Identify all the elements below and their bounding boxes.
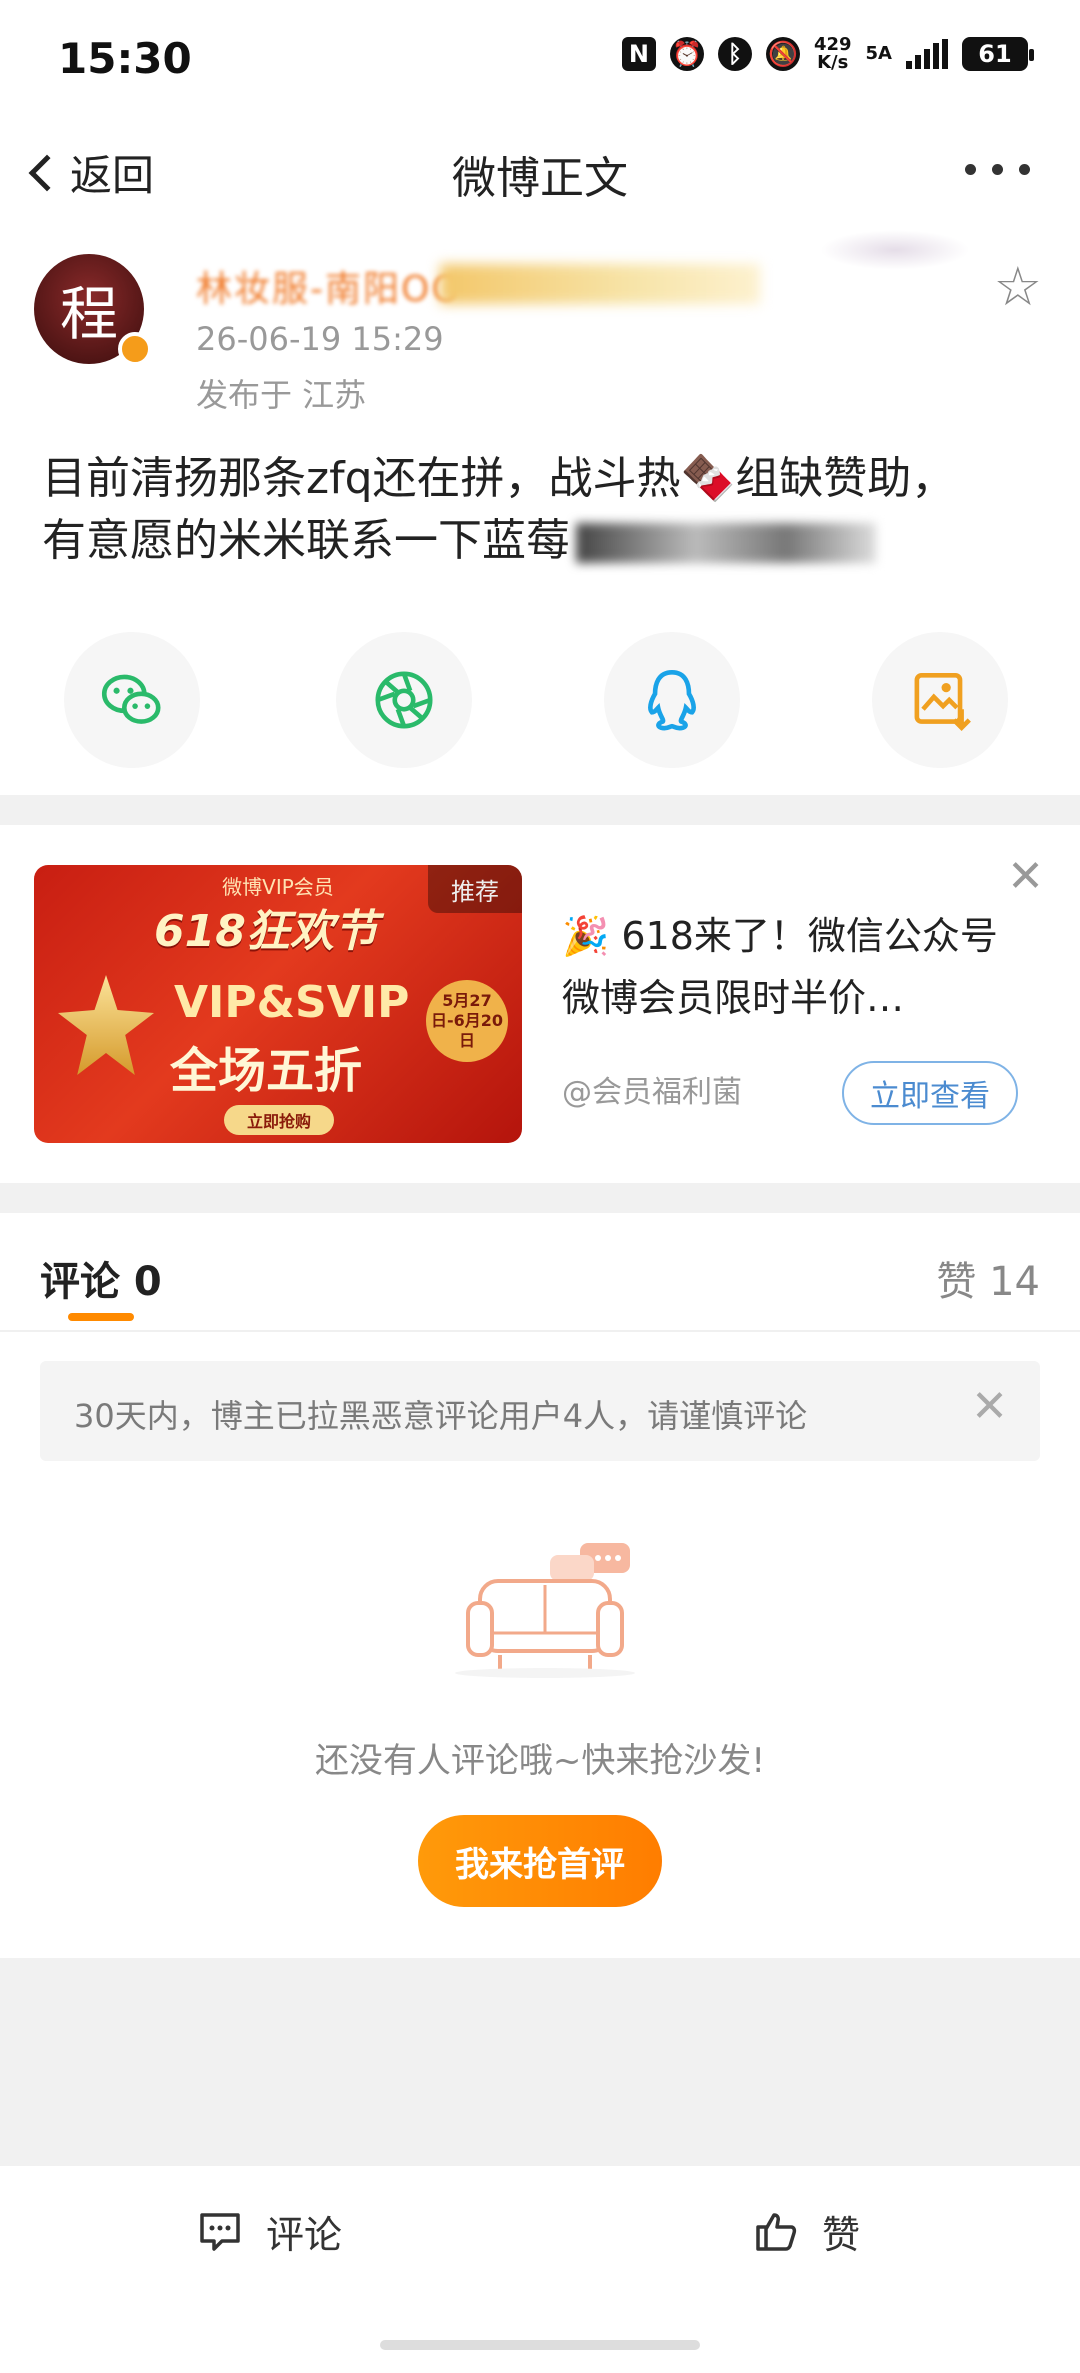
bottom-bar: 评论 赞 bbox=[0, 2166, 1080, 2373]
page-title: 微博正文 bbox=[452, 153, 628, 204]
ad-card[interactable]: 微博VIP会员 618狂欢节 VIP&SVIP 全场五折 5月27日-6月20日… bbox=[0, 825, 1080, 1183]
like-label: 赞 bbox=[822, 2212, 861, 2257]
save-image-icon bbox=[914, 673, 971, 732]
network-speed: 429 K/s bbox=[813, 34, 852, 73]
empty-text: 还没有人评论哦~快来抢沙发! bbox=[314, 1741, 766, 1781]
share-wechat-button[interactable] bbox=[64, 632, 200, 768]
wechat-icon bbox=[101, 674, 161, 724]
ad-tag: 推荐 bbox=[428, 865, 522, 913]
close-icon[interactable]: ✕ bbox=[971, 1381, 1008, 1432]
battery-level: 61 bbox=[978, 40, 1012, 68]
username-badges-blurred bbox=[440, 264, 760, 304]
nav-bar: 返回 微博正文 bbox=[0, 120, 1080, 220]
empty-sofa-icon bbox=[455, 1543, 635, 1678]
banner-date: 5月27日-6月20日 bbox=[426, 980, 508, 1062]
alarm-icon: ⏰ bbox=[669, 37, 704, 71]
signal-icon bbox=[906, 39, 948, 69]
post-time: 26-06-19 15:29 bbox=[196, 320, 444, 358]
post-card: 程 林妆服-南阳OO ☆ 26-06-19 15:29 发布于 江苏 目前清扬那… bbox=[0, 220, 1080, 795]
comment-notice: 30天内，博主已拉黑恶意评论用户4人，请谨慎评论 ✕ bbox=[40, 1361, 1040, 1461]
comment-icon bbox=[200, 2213, 240, 2251]
banner-cta: 立即抢购 bbox=[224, 1105, 334, 1135]
share-moments-button[interactable] bbox=[336, 632, 472, 768]
close-icon[interactable]: ✕ bbox=[1007, 855, 1044, 899]
ad-banner-image[interactable]: 微博VIP会员 618狂欢节 VIP&SVIP 全场五折 5月27日-6月20日… bbox=[34, 865, 522, 1143]
status-time: 15:30 bbox=[58, 34, 192, 83]
post-text-line2: 有意愿的米米联系一下蓝莓 bbox=[42, 510, 1042, 572]
banner-festival: 618狂欢节 bbox=[154, 906, 378, 957]
status-icons: N ⏰ ᛒ 🔕 429 K/s 5A 61 bbox=[621, 34, 1034, 73]
verified-badge-icon bbox=[118, 332, 152, 366]
star-follow-icon[interactable]: ☆ bbox=[994, 260, 1042, 314]
redacted-text bbox=[576, 523, 876, 563]
banner-vip: VIP&SVIP bbox=[174, 977, 410, 1028]
thumbs-up-icon bbox=[756, 2213, 797, 2251]
ad-title[interactable]: 🎉 618来了！微信公众号微博会员限时半价… bbox=[562, 905, 1022, 1029]
ad-author[interactable]: @会员福利菌 bbox=[562, 1067, 742, 1111]
like-button[interactable]: 赞 bbox=[752, 2166, 860, 2296]
save-image-button[interactable] bbox=[872, 632, 1008, 768]
post-location: 发布于 江苏 bbox=[196, 376, 367, 414]
notice-text: 30天内，博主已拉黑恶意评论用户4人，请谨慎评论 bbox=[74, 1397, 808, 1435]
first-comment-button[interactable]: 我来抢首评 bbox=[418, 1815, 662, 1907]
qq-icon bbox=[648, 669, 696, 731]
comment-button[interactable]: 评论 bbox=[196, 2166, 342, 2296]
ad-view-button[interactable]: 立即查看 bbox=[842, 1061, 1018, 1125]
bluetooth-icon: ᛒ bbox=[717, 37, 752, 71]
network-type: 5A bbox=[865, 43, 892, 64]
comments-section: 评论 0 赞 14 30天内，博主已拉黑恶意评论用户4人，请谨慎评论 ✕ 还没有… bbox=[0, 1213, 1080, 1958]
home-indicator[interactable] bbox=[380, 2340, 700, 2350]
crown-star-icon bbox=[58, 975, 154, 1075]
banner-half-price: 全场五折 bbox=[170, 1043, 363, 1099]
divider bbox=[0, 1330, 1080, 1332]
moments-icon bbox=[375, 671, 433, 729]
tab-likes[interactable]: 赞 14 bbox=[936, 1249, 1040, 1307]
tab-comments[interactable]: 评论 0 bbox=[40, 1249, 162, 1307]
post-text: 目前清扬那条zfq还在拼，战斗热🍫组缺赞助， 有意愿的米米联系一下蓝莓 bbox=[42, 448, 1042, 572]
comment-label: 评论 bbox=[266, 2212, 343, 2257]
post-text-line1: 目前清扬那条zfq还在拼，战斗热🍫组缺赞助， bbox=[42, 453, 956, 504]
tab-active-indicator bbox=[68, 1313, 134, 1321]
share-row bbox=[0, 632, 1080, 768]
card-decoration bbox=[820, 230, 970, 270]
username[interactable]: 林妆服-南阳OO bbox=[196, 260, 462, 312]
mute-bell-icon: 🔕 bbox=[765, 37, 800, 71]
status-bar: 15:30 N ⏰ ᛒ 🔕 429 K/s 5A 61 bbox=[0, 0, 1080, 120]
nfc-icon: N bbox=[621, 37, 656, 71]
battery-icon: 61 bbox=[962, 37, 1034, 71]
more-button[interactable] bbox=[965, 164, 1030, 175]
share-qq-button[interactable] bbox=[604, 632, 740, 768]
